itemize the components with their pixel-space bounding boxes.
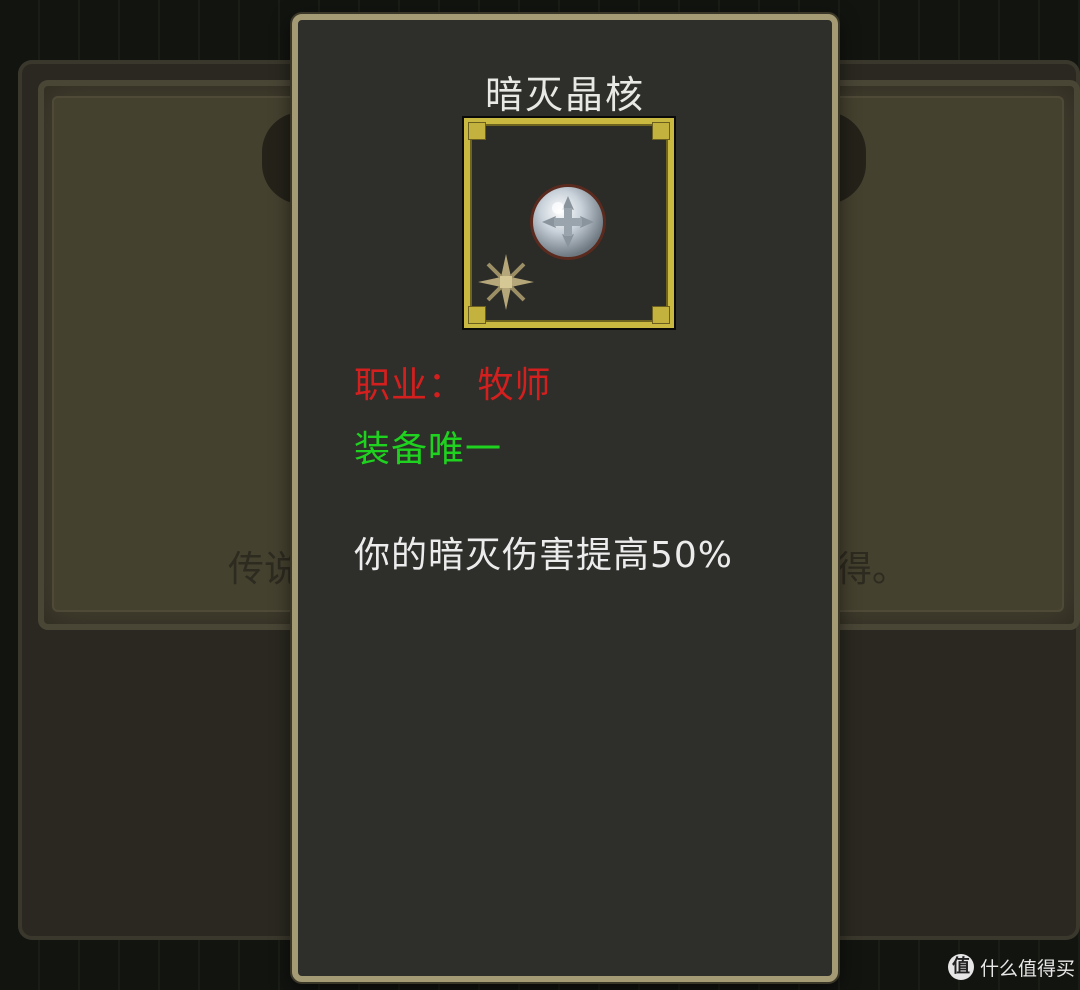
watermark-text: 什么值得买 <box>980 957 1076 980</box>
item-title: 暗灭晶核 <box>484 73 645 117</box>
frame-corner-top-right <box>652 122 670 140</box>
frame-corner-top-left <box>468 122 486 140</box>
unique-equip-label: 装备唯一 <box>354 429 503 470</box>
watermark: 值 什么值得买 <box>948 952 1075 982</box>
background-text-left: 传说 <box>228 549 301 590</box>
game-screen: 传说 得。 暗灭晶核 职业： 牧师 装备唯一 你的暗灭伤害提高50% 值 什么值… <box>0 0 1080 990</box>
sparkle-star-icon <box>478 254 534 310</box>
background-text-right: 得。 <box>836 549 909 590</box>
class-requirement: 职业： 牧师 <box>354 365 552 406</box>
item-description: 你的暗灭伤害提高50% <box>354 535 734 576</box>
frame-corner-bottom-right <box>652 306 670 324</box>
crystal-orb-icon <box>530 184 606 260</box>
item-icon-frame <box>462 116 676 330</box>
item-tooltip: 暗灭晶核 职业： 牧师 装备唯一 你的暗灭伤害提高50% <box>292 14 838 982</box>
watermark-logo-icon: 值 <box>948 954 974 980</box>
